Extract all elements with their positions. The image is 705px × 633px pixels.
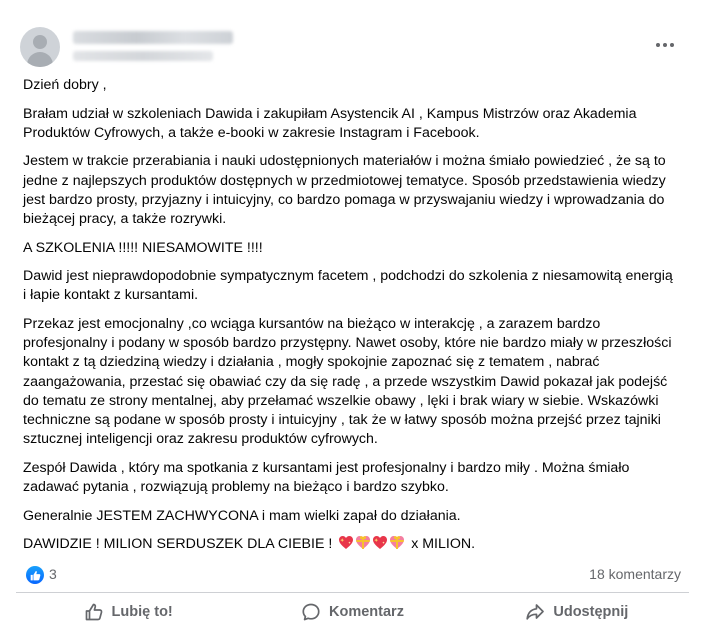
- comment-button[interactable]: Komentarz: [240, 594, 464, 630]
- post-header: [20, 18, 689, 74]
- post-paragraph: A SZKOLENIA !!!!! NIESAMOWITE !!!!: [23, 239, 263, 256]
- thumbs-up-icon: [85, 603, 102, 621]
- post-paragraph: Jestem w trakcie przerabiania i nauki ud…: [23, 153, 666, 227]
- post-card: Dzień dobry , Brałam udział w szkoleniac…: [0, 0, 705, 633]
- post-paragraph: Dawid jest nieprawdopodobnie sympatyczny…: [23, 268, 673, 304]
- post-paragraph: Generalnie JESTEM ZACHWYCONA i mam wielk…: [23, 507, 461, 524]
- action-bar: Lubię to! Komentarz Udostępnij: [16, 594, 689, 630]
- post-paragraph: Zespół Dawida , który ma spotkania z kur…: [23, 459, 630, 495]
- heart-emojis: [338, 535, 405, 550]
- avatar[interactable]: [20, 27, 60, 67]
- post-meta-redacted: [73, 51, 213, 61]
- sparkling-heart-icon: [339, 536, 354, 550]
- post-paragraph-greeting: Dzień dobry ,: [23, 77, 107, 93]
- comments-count[interactable]: 18 komentarzy: [589, 566, 681, 582]
- like-reaction-icon[interactable]: [26, 566, 44, 584]
- author-name-redacted[interactable]: [73, 31, 233, 44]
- gift-heart-icon: [390, 536, 405, 550]
- comment-icon: [302, 603, 320, 621]
- comment-label: Komentarz: [329, 604, 404, 620]
- share-icon: [526, 604, 545, 620]
- like-label: Lubię to!: [111, 604, 173, 620]
- reaction-count[interactable]: 3: [49, 566, 57, 582]
- post-paragraph: Przekaz jest emocjonalny ,co wciąga kurs…: [23, 315, 672, 448]
- post-stats: 3 18 komentarzy: [26, 565, 681, 585]
- post-paragraph: Brałam udział w szkoleniach Dawida i zak…: [23, 105, 637, 141]
- post-paragraph-closing: DAWIDZIE ! MILION SERDUSZEK DLA CIEBIE !…: [23, 535, 673, 554]
- closing-text: DAWIDZIE ! MILION SERDUSZEK DLA CIEBIE !: [23, 536, 333, 553]
- post-text: Dzień dobry , Brałam udział w szkoleniac…: [23, 76, 673, 554]
- share-button[interactable]: Udostępnij: [465, 594, 689, 630]
- more-options-icon[interactable]: [651, 34, 679, 56]
- like-button[interactable]: Lubię to!: [16, 594, 240, 630]
- share-label: Udostępnij: [553, 604, 629, 620]
- gift-heart-icon: [356, 536, 371, 550]
- divider: [16, 592, 689, 593]
- closing-text-suffix: x MILION.: [411, 536, 476, 553]
- sparkling-heart-icon: [373, 536, 388, 550]
